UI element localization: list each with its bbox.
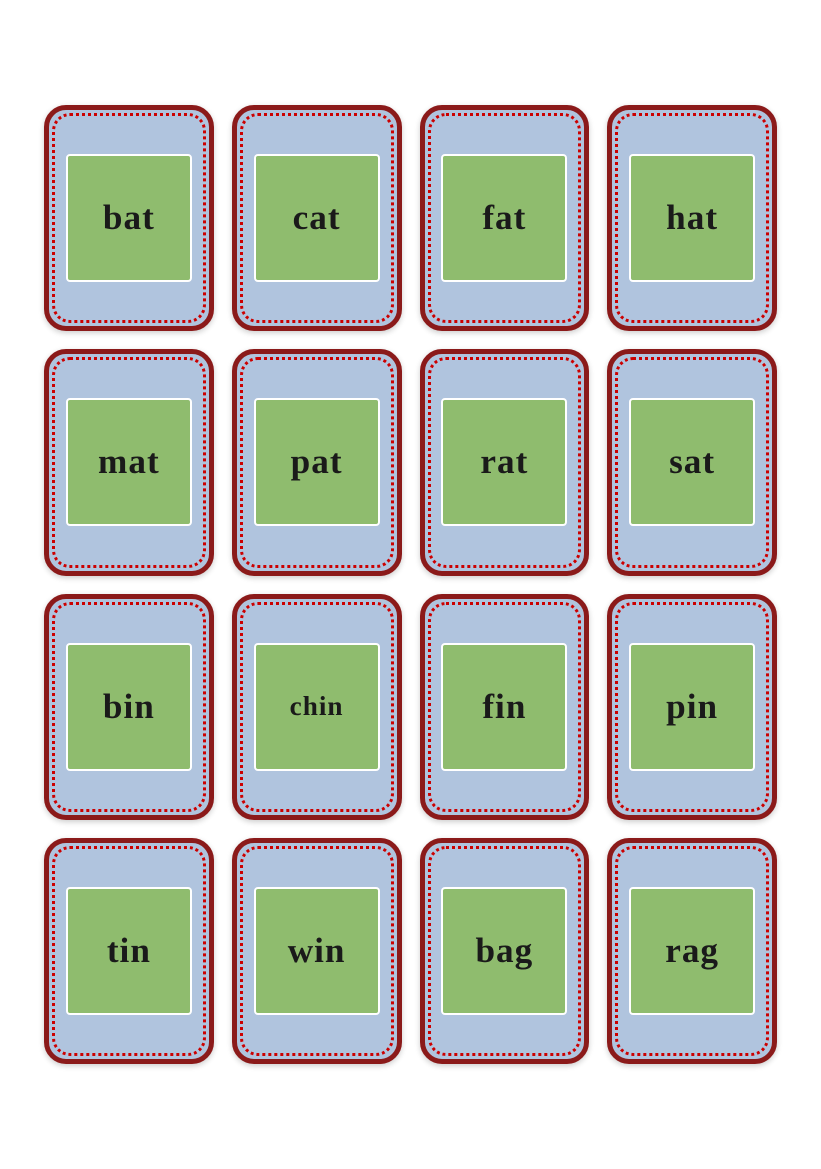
word-text: rat	[480, 442, 528, 482]
word-text: bat	[103, 198, 155, 238]
word-text: win	[288, 931, 346, 971]
word-box: win	[254, 887, 380, 1015]
word-box: pin	[629, 643, 755, 771]
word-card-bin[interactable]: bin	[44, 594, 214, 820]
word-text: sat	[669, 442, 715, 482]
word-card-chin[interactable]: chin	[232, 594, 402, 820]
word-text: pat	[291, 442, 343, 482]
word-box: rat	[441, 398, 567, 526]
word-text: chin	[290, 691, 344, 722]
word-card-pat[interactable]: pat	[232, 349, 402, 575]
word-card-bag[interactable]: bag	[420, 838, 590, 1064]
word-text: pin	[666, 687, 718, 727]
word-box: sat	[629, 398, 755, 526]
word-text: hat	[666, 198, 718, 238]
word-box: pat	[254, 398, 380, 526]
word-text: mat	[98, 442, 160, 482]
word-box: cat	[254, 154, 380, 282]
word-card-tin[interactable]: tin	[44, 838, 214, 1064]
word-card-bat[interactable]: bat	[44, 105, 214, 331]
word-text: bin	[103, 687, 155, 727]
word-box: fin	[441, 643, 567, 771]
word-box: tin	[66, 887, 192, 1015]
word-box: mat	[66, 398, 192, 526]
word-card-rat[interactable]: rat	[420, 349, 590, 575]
word-card-sat[interactable]: sat	[607, 349, 777, 575]
word-card-fat[interactable]: fat	[420, 105, 590, 331]
word-box: fat	[441, 154, 567, 282]
word-box: bat	[66, 154, 192, 282]
word-text: fin	[482, 687, 526, 727]
word-box: bin	[66, 643, 192, 771]
word-box: rag	[629, 887, 755, 1015]
word-card-mat[interactable]: mat	[44, 349, 214, 575]
word-text: rag	[665, 931, 719, 971]
word-text: fat	[482, 198, 526, 238]
word-text: bag	[475, 931, 533, 971]
word-card-pin[interactable]: pin	[607, 594, 777, 820]
word-card-grid: bat cat fat hat mat pat rat sat bin chin fin pin tin…	[20, 81, 801, 1088]
word-text: cat	[293, 198, 341, 238]
word-card-fin[interactable]: fin	[420, 594, 590, 820]
word-card-win[interactable]: win	[232, 838, 402, 1064]
word-text: tin	[107, 931, 151, 971]
word-box: chin	[254, 643, 380, 771]
word-card-rag[interactable]: rag	[607, 838, 777, 1064]
word-box: bag	[441, 887, 567, 1015]
word-card-hat[interactable]: hat	[607, 105, 777, 331]
word-card-cat[interactable]: cat	[232, 105, 402, 331]
word-box: hat	[629, 154, 755, 282]
